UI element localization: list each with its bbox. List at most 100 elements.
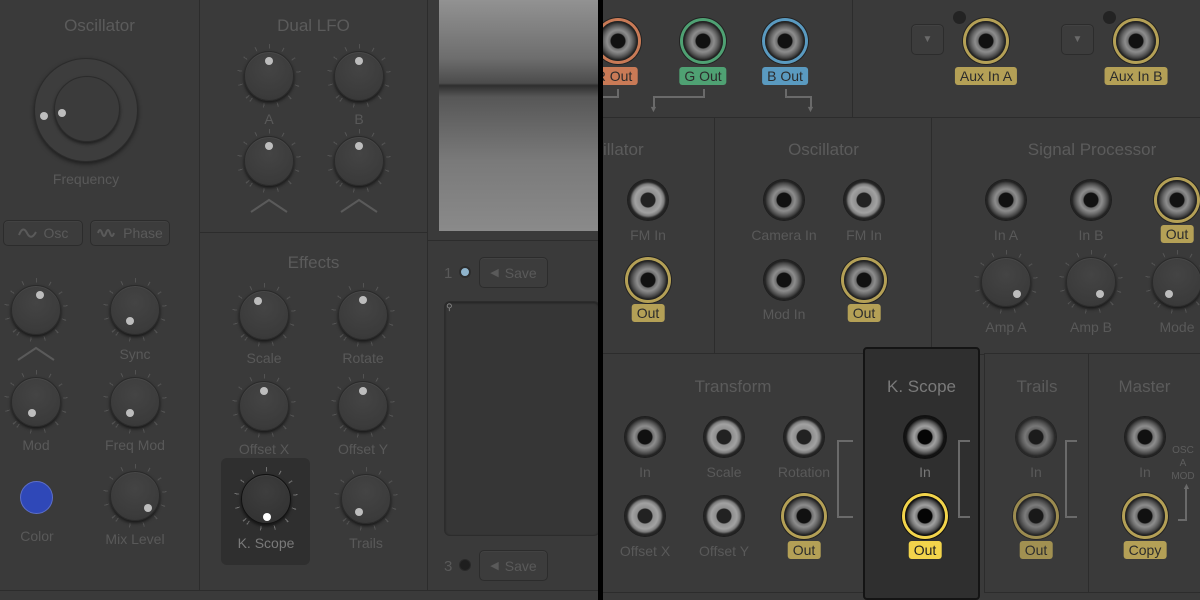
osc-button[interactable]: Osc: [3, 220, 83, 246]
lfo-b-label: B: [354, 111, 364, 127]
master-in-jack[interactable]: [1125, 417, 1165, 457]
trails-out-jack[interactable]: [1016, 496, 1056, 536]
knob-indicator: [1165, 290, 1173, 298]
jack-label: Rotation: [777, 464, 831, 480]
jack-label: In B: [1078, 227, 1104, 243]
preset-indicator[interactable]: [459, 559, 471, 571]
frequency-knob-outer[interactable]: [34, 58, 138, 162]
transform-out-jack[interactable]: [784, 496, 824, 536]
aux-a-dropdown-button[interactable]: ▼: [911, 24, 944, 55]
section-title: Dual LFO: [277, 16, 350, 35]
trails-knob[interactable]: [334, 467, 398, 531]
mix-level-knob[interactable]: [103, 464, 167, 528]
section-title: Signal Processor: [1027, 140, 1157, 159]
osc-a-out-jack[interactable]: [628, 260, 668, 300]
aux-in-a-jack[interactable]: [966, 21, 1006, 61]
knob-indicator: [126, 317, 134, 325]
amp-b-knob[interactable]: [1059, 250, 1123, 314]
aux-in-b-jack[interactable]: [1116, 21, 1156, 61]
knob-label: Sync: [119, 346, 151, 362]
knob-body[interactable]: [110, 377, 160, 427]
preset-slot-2[interactable]: ⚲: [444, 301, 598, 536]
knob-body[interactable]: [1152, 257, 1200, 307]
aux-inputs-section: ▼ Aux In A ▼ Aux In B: [852, 0, 1200, 118]
section-title: Trails: [1016, 377, 1058, 396]
transform-rotation-jack[interactable]: [784, 417, 824, 457]
knob-body[interactable]: [110, 285, 160, 335]
osc-b-out-jack[interactable]: [844, 260, 884, 300]
camera-in-jack[interactable]: [764, 180, 804, 220]
amp-a-knob[interactable]: [974, 250, 1038, 314]
oscillator-b-section: Oscillator Camera In FM In Mod In Out: [714, 117, 933, 355]
transform-in-jack[interactable]: [625, 417, 665, 457]
kscope-out-jack[interactable]: [905, 496, 945, 536]
master-copy-jack[interactable]: [1125, 496, 1165, 536]
rotate-knob[interactable]: [331, 283, 395, 347]
knob-label: Mode: [1159, 319, 1195, 335]
fm-in-jack[interactable]: [844, 180, 884, 220]
lfo-b-rate-knob[interactable]: [327, 44, 391, 108]
lfo-b-depth-knob[interactable]: [327, 129, 391, 193]
out-tag: Out: [908, 541, 942, 559]
section-title: Master: [1118, 377, 1171, 396]
aux-b-dropdown-button[interactable]: ▼: [1061, 24, 1094, 55]
kscope-in-jack[interactable]: [905, 417, 945, 457]
lfo-a-depth-knob[interactable]: [237, 129, 301, 193]
knob-indicator: [40, 112, 48, 120]
aux-b-indicator: [1103, 11, 1116, 24]
knob-indicator: [260, 387, 268, 395]
color-swatch[interactable]: [20, 481, 53, 514]
knob-body[interactable]: [1066, 257, 1116, 307]
aux-in-b-tag: Aux In B: [1104, 67, 1168, 85]
offset-y-knob[interactable]: [331, 374, 395, 438]
preset-indicator[interactable]: [459, 266, 471, 278]
transform-offset-x-jack[interactable]: [625, 496, 665, 536]
knob-body[interactable]: [110, 471, 160, 521]
chevron-up-icon[interactable]: [16, 346, 56, 362]
in-b-jack[interactable]: [1071, 180, 1111, 220]
freq-mod-knob[interactable]: [103, 370, 167, 434]
out-tag: Out: [1160, 225, 1194, 243]
kscope-knob[interactable]: [234, 467, 298, 531]
knob-label: Amp B: [1069, 319, 1113, 335]
sp-out-jack[interactable]: [1157, 180, 1197, 220]
mod-knob[interactable]: [4, 370, 68, 434]
waveform-knob[interactable]: [4, 278, 68, 342]
transform-scale-jack[interactable]: [704, 417, 744, 457]
offset-x-knob[interactable]: [232, 374, 296, 438]
knob-body[interactable]: [341, 474, 391, 524]
transform-offset-y-jack[interactable]: [704, 496, 744, 536]
scale-knob[interactable]: [232, 283, 296, 347]
chevron-up-icon[interactable]: [339, 198, 379, 214]
knob-body[interactable]: [981, 257, 1031, 307]
knob-body[interactable]: [239, 290, 289, 340]
phase-button[interactable]: Phase: [90, 220, 170, 246]
lfo-a-rate-knob[interactable]: [237, 44, 301, 108]
knob-indicator: [265, 57, 273, 65]
section-title: Effects: [287, 253, 340, 272]
triangle-down-icon: ▼: [1072, 34, 1083, 45]
knob-body[interactable]: [11, 377, 61, 427]
phase-wave-icon: [97, 229, 116, 237]
triangle-down-icon: ▼: [922, 34, 933, 45]
r-out-jack[interactable]: [603, 21, 638, 61]
chevron-up-icon[interactable]: [249, 198, 289, 214]
save-preset-1-button[interactable]: ◀ Save: [479, 257, 548, 288]
mod-in-jack[interactable]: [764, 260, 804, 300]
jack-label: In A: [993, 227, 1019, 243]
jack-label: FM In: [846, 227, 882, 243]
trails-in-jack[interactable]: [1016, 417, 1056, 457]
mode-knob[interactable]: [1145, 250, 1200, 314]
b-out-jack[interactable]: [765, 21, 805, 61]
save-preset-3-button[interactable]: ◀ Save: [479, 550, 548, 581]
play-left-icon: ◀: [490, 267, 499, 279]
sync-knob[interactable]: [103, 278, 167, 342]
knob-label: Rotate: [342, 350, 384, 366]
in-a-jack[interactable]: [986, 180, 1026, 220]
connector-line: [653, 89, 705, 98]
osc-button-label: Osc: [43, 225, 69, 241]
save-label: Save: [504, 557, 537, 574]
fm-in-jack[interactable]: [628, 180, 668, 220]
g-out-jack[interactable]: [683, 21, 723, 61]
knob-label: Mix Level: [105, 531, 165, 547]
